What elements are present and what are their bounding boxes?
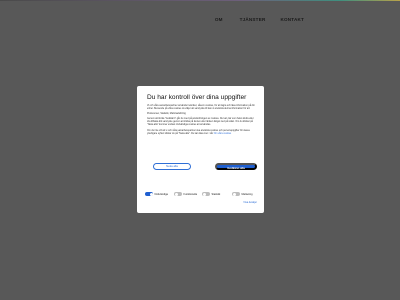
dialog-title: Du har kontroll över dina uppgifter [147, 94, 247, 101]
cookie-consent-dialog: Du har kontroll över dina uppgifter Vi o… [137, 86, 264, 213]
nav-link-kontakt[interactable]: KONTAKT [280, 16, 304, 24]
toggle-statistics[interactable]: Statistik [202, 191, 220, 197]
accept-all-button[interactable]: Godkänn alla [215, 163, 257, 170]
toggle-switch-statistics[interactable] [202, 192, 210, 196]
top-accent-line [0, 0, 400, 1]
nav-link-om[interactable]: OM [215, 16, 223, 24]
deny-all-button[interactable]: Neka alla [153, 163, 191, 170]
consent-toggles: Nödvändiga Funktionella Statistik Market… [145, 191, 260, 197]
toggle-label-necessary: Nödvändiga [154, 192, 168, 196]
consent-paragraph-2: Genom att klicka "Godkänn" går du med på… [147, 118, 254, 127]
nav-link-tjanster[interactable]: TJÄNSTER [240, 16, 266, 24]
toggle-label-marketing: Marketing [241, 192, 253, 196]
cookie-policy-link[interactable]: Om våra cookies [214, 133, 231, 135]
consent-paragraph-3: Om du inte vill att vi och våra samarbet… [147, 130, 257, 136]
toggle-switch-functional[interactable] [174, 192, 182, 196]
toggle-label-statistics: Statistik [211, 192, 221, 196]
toggle-marketing[interactable]: Marketing [232, 191, 252, 197]
toggle-functional[interactable]: Funktionella [174, 191, 197, 197]
toggle-necessary[interactable]: Nödvändiga [145, 191, 168, 197]
consent-paragraph-1: Vi och våra samarbetspartner använder te… [147, 105, 255, 111]
toggle-switch-marketing[interactable] [232, 192, 240, 196]
dialog-body: Vi och våra samarbetspartner använder te… [147, 105, 257, 136]
main-nav: OM TJÄNSTER KONTAKT [215, 16, 304, 24]
toggle-switch-necessary[interactable] [145, 192, 153, 196]
toggle-label-functional: Funktionella [183, 192, 197, 196]
show-details-link[interactable]: Visa detaljer [243, 201, 257, 204]
consent-paragraph-3-text: Om du inte vill att vi och våra samarbet… [147, 129, 250, 135]
consent-purposes: Preferenser, Statistik, Marknadsföring [147, 113, 186, 116]
